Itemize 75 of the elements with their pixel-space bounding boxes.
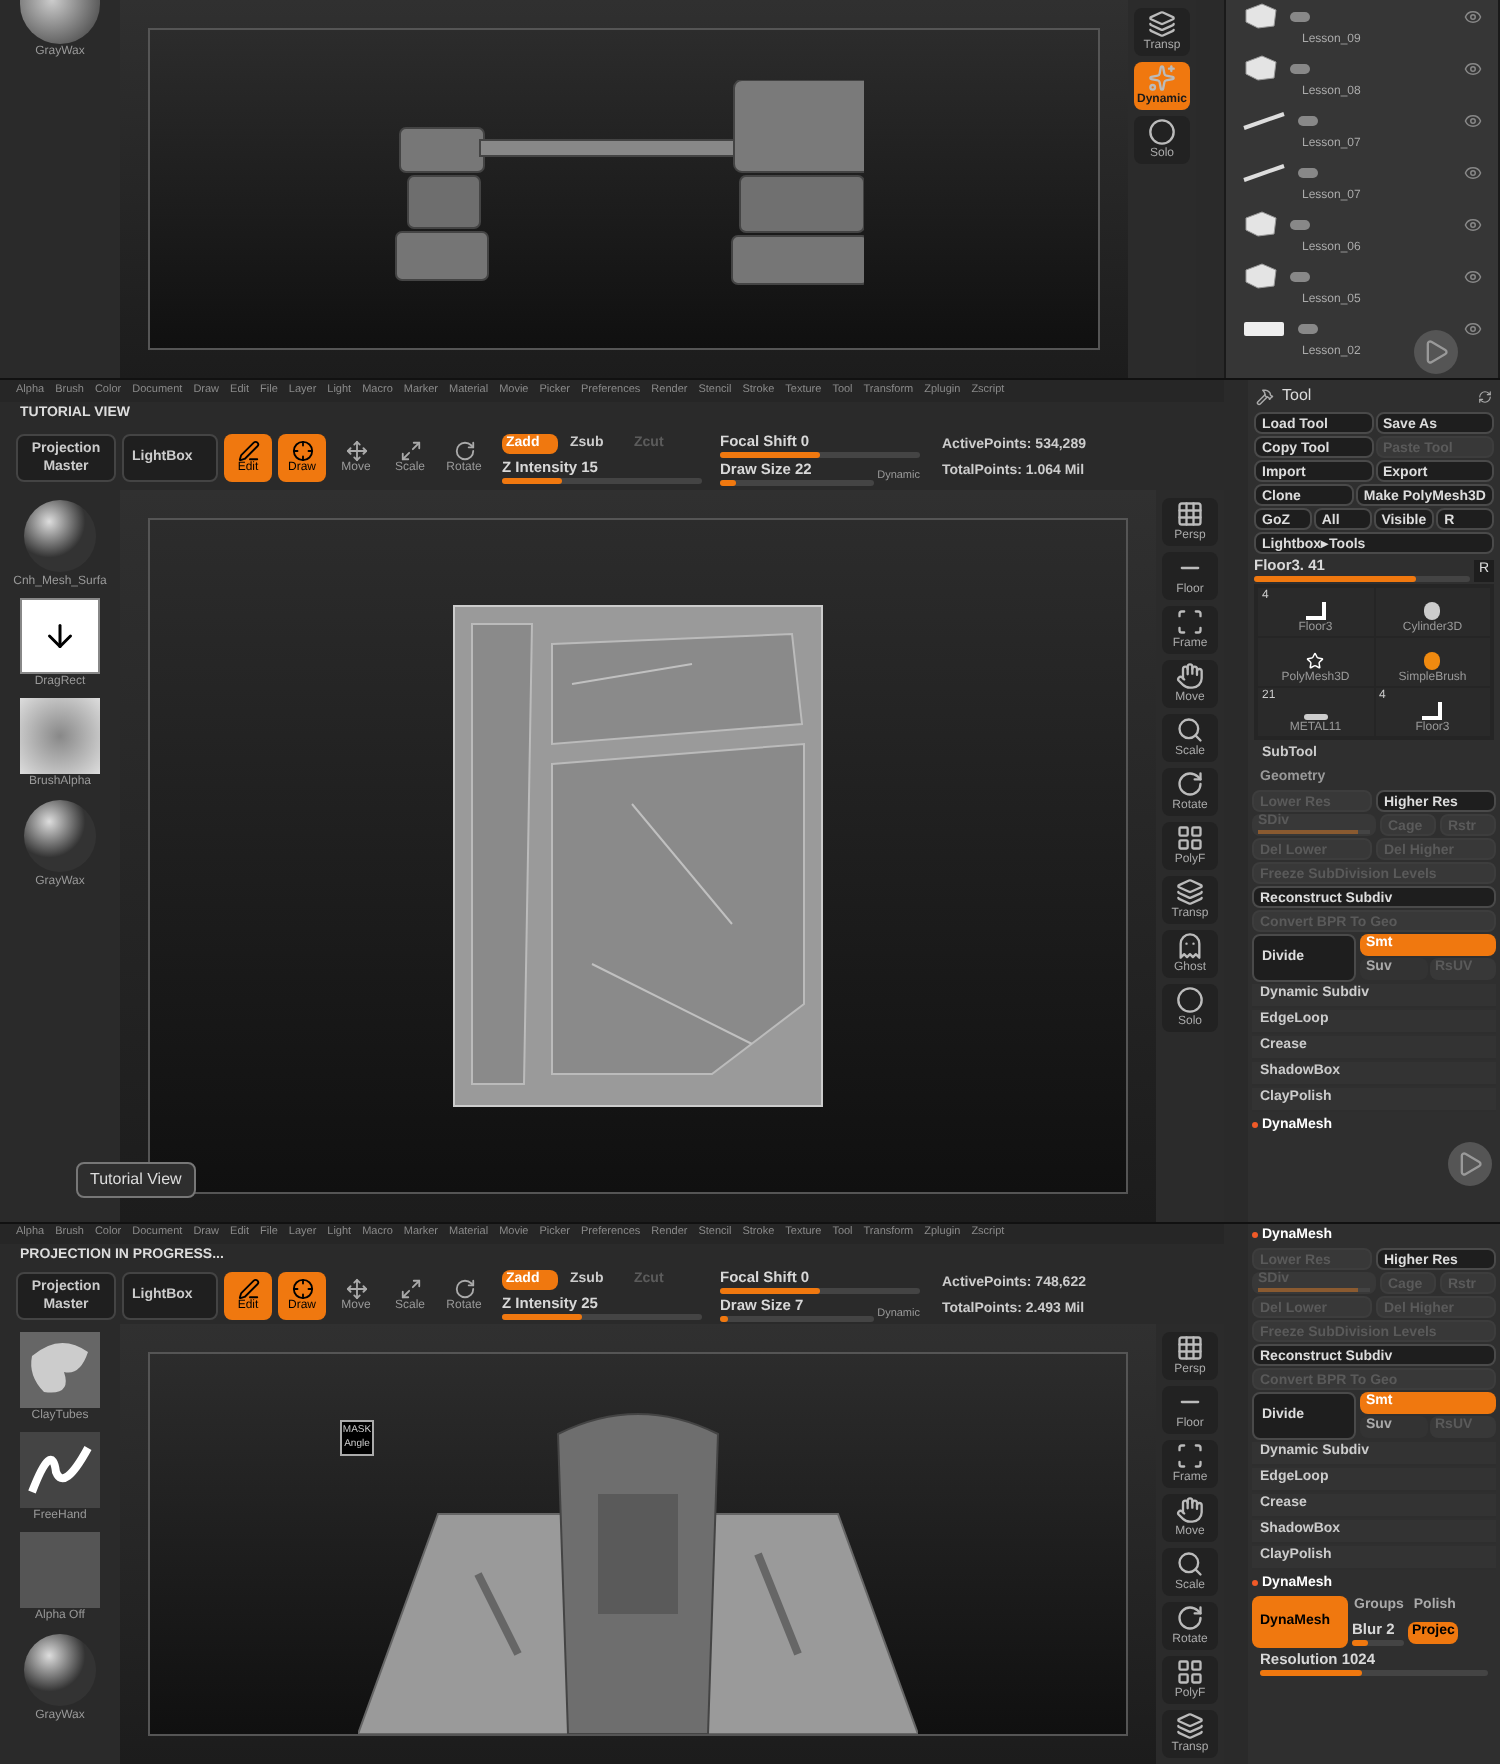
bullet-icon — [1252, 1580, 1258, 1586]
layers-icon — [1176, 878, 1204, 906]
slider-track[interactable] — [502, 477, 702, 483]
tooltip: Tutorial View — [76, 1162, 196, 1198]
sphere-icon — [1148, 118, 1176, 146]
slider-track[interactable] — [720, 1288, 920, 1295]
empty-thumbnail — [20, 1532, 100, 1608]
sphere-thumbnail — [20, 0, 100, 44]
hand-icon — [1176, 1496, 1204, 1524]
rotate-icon — [453, 440, 475, 462]
play-icon[interactable] — [1448, 1142, 1492, 1186]
hammer-icon — [1256, 387, 1274, 405]
toggle-icon[interactable] — [1290, 11, 1310, 21]
ghost-icon — [1176, 932, 1204, 960]
bullet-icon — [1252, 1122, 1258, 1128]
pen-icon — [237, 1277, 259, 1300]
cube-thumbnail — [1242, 54, 1278, 82]
rod-thumbnail — [1242, 110, 1286, 130]
grid-icon — [1176, 1334, 1204, 1362]
frame-icon — [1176, 608, 1204, 636]
crosshair-icon — [291, 440, 313, 462]
eye-icon[interactable] — [1464, 59, 1482, 77]
rod-thumbnail — [1242, 162, 1286, 182]
sphere-icon — [1176, 986, 1204, 1014]
crosshair-icon — [291, 1277, 313, 1300]
frame-icon — [1176, 1442, 1204, 1470]
move-icon — [345, 1277, 367, 1300]
rotate-icon — [1176, 770, 1204, 798]
toggle-icon[interactable] — [1290, 63, 1310, 73]
toggle-icon[interactable] — [1298, 167, 1318, 177]
toggle-icon[interactable] — [1290, 271, 1310, 281]
move-icon — [345, 440, 367, 462]
hand-icon — [1176, 662, 1204, 690]
eye-icon[interactable] — [1464, 163, 1482, 181]
cube-thumbnail — [1242, 262, 1278, 290]
eye-icon[interactable] — [1464, 215, 1482, 233]
slider-track[interactable] — [1352, 1640, 1404, 1646]
slider-track[interactable] — [720, 451, 920, 457]
toggle-icon[interactable] — [1298, 115, 1318, 125]
eye-icon[interactable] — [1464, 319, 1482, 337]
pen-icon — [237, 440, 259, 462]
cube-thumbnail — [1242, 210, 1278, 238]
slider-track[interactable] — [502, 1314, 702, 1321]
alpha-thumbnail — [20, 698, 100, 774]
toggle-icon[interactable] — [1290, 219, 1310, 229]
sparkle-icon — [1148, 64, 1176, 92]
rotate-icon — [1176, 1604, 1204, 1632]
eye-icon[interactable] — [1464, 111, 1482, 129]
clay-brush-thumbnail — [20, 1332, 100, 1408]
bullet-icon — [1252, 1232, 1258, 1238]
panel-title: Tool — [1282, 384, 1312, 408]
eye-icon[interactable] — [1464, 267, 1482, 285]
slider-track[interactable] — [1260, 1670, 1488, 1676]
polygon-grid-icon — [1176, 1658, 1204, 1686]
eye-icon[interactable] — [1464, 7, 1482, 25]
rotate-icon — [453, 1277, 475, 1300]
grid-icon — [1176, 500, 1204, 528]
refresh-icon[interactable] — [1478, 389, 1492, 403]
arrow-thumbnail — [20, 598, 100, 674]
slider-track[interactable] — [1254, 576, 1470, 582]
sphere-thumbnail — [20, 798, 100, 874]
polygon-grid-icon — [1176, 824, 1204, 852]
sphere-thumbnail — [20, 1632, 100, 1708]
sphere-thumbnail — [19, 498, 100, 574]
cube-thumbnail — [1242, 2, 1278, 30]
toggle-icon[interactable] — [1298, 323, 1318, 333]
magnifier-icon — [1176, 716, 1204, 744]
scale-icon — [399, 440, 421, 462]
layers-icon — [1176, 1712, 1204, 1740]
stroke-thumbnail — [20, 1432, 100, 1508]
play-icon[interactable] — [1414, 330, 1458, 374]
scale-icon — [399, 1277, 421, 1300]
slab-thumbnail — [1242, 318, 1286, 338]
layers-icon — [1148, 10, 1176, 38]
magnifier-icon — [1176, 1550, 1204, 1578]
